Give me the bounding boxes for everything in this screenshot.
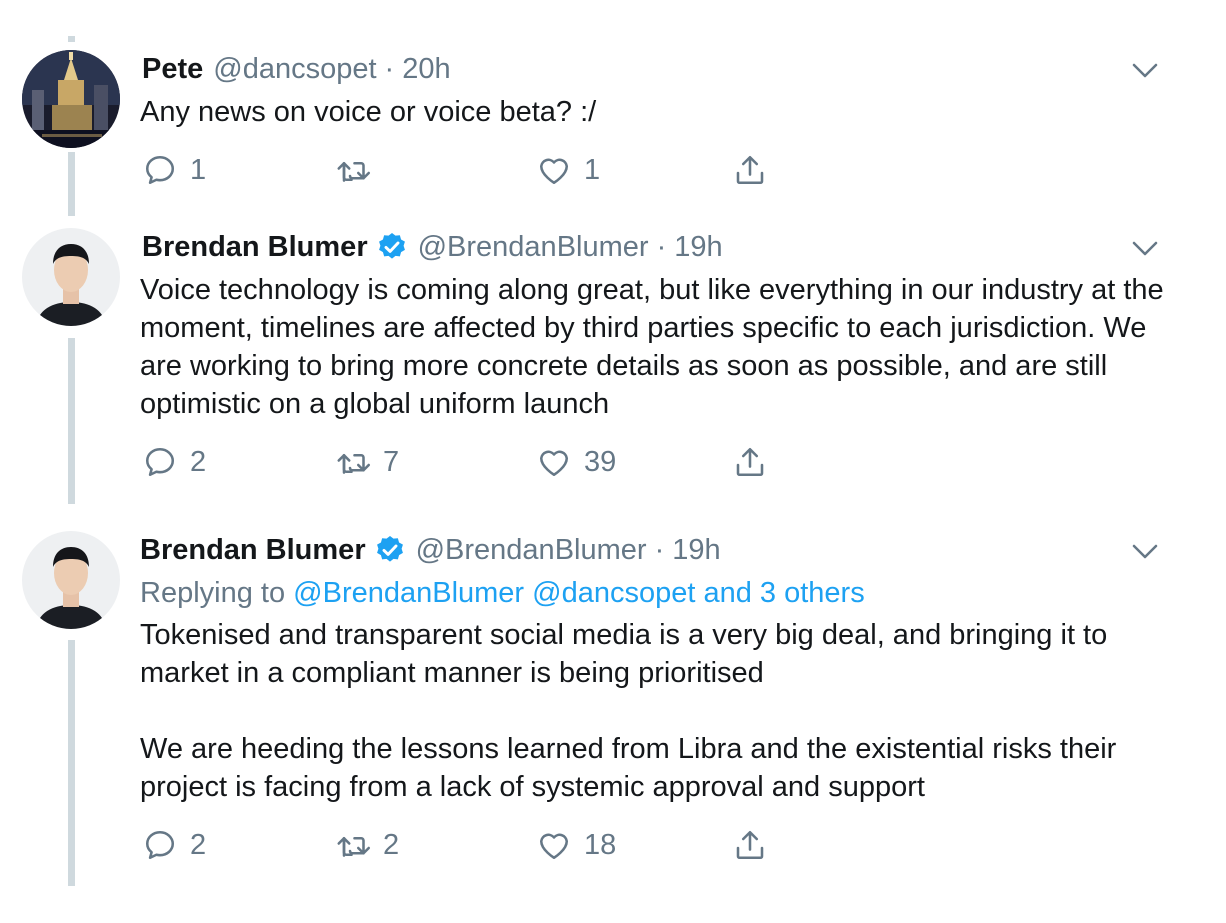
separator-dot: ·	[384, 53, 395, 85]
tweet-paragraph: Any news on voice or voice beta? :/	[140, 96, 597, 128]
chevron-down-icon[interactable]	[1130, 55, 1160, 85]
reply-button[interactable]: 1	[142, 150, 206, 190]
reply-icon	[145, 830, 175, 860]
heart-icon	[539, 158, 569, 185]
like-count: 39	[584, 445, 617, 478]
reply-icon	[145, 155, 175, 185]
tweet-paragraph: Tokenised and transparent social media i…	[140, 619, 1108, 689]
tweet[interactable]: Pete @dancsopet · 20h Any news on voice …	[0, 0, 1226, 214]
retweet-count: 2	[383, 828, 400, 861]
author-handle[interactable]: @BrendanBlumer	[416, 532, 647, 568]
heart-icon	[539, 833, 569, 860]
retweet-icon	[337, 161, 371, 182]
author-name[interactable]: Pete	[142, 51, 203, 87]
tweet[interactable]: Brendan Blumer @BrendanBlumer · 19h Repl…	[0, 514, 1226, 914]
share-button[interactable]	[732, 825, 768, 865]
retweet-button[interactable]: 2	[335, 825, 399, 865]
like-count: 18	[584, 828, 617, 861]
verified-badge-icon	[376, 536, 403, 562]
share-icon	[736, 155, 764, 185]
chevron-down-icon[interactable]	[1130, 536, 1160, 566]
author-name[interactable]: Brendan Blumer	[142, 229, 368, 265]
reply-icon	[145, 447, 175, 477]
author-handle[interactable]: @BrendanBlumer	[418, 229, 649, 265]
separator-dot: ·	[656, 231, 667, 263]
tweet-paragraph: We are heeding the lessons learned from …	[140, 733, 1117, 803]
separator-dot: ·	[654, 534, 665, 566]
author-name[interactable]: Brendan Blumer	[140, 532, 366, 568]
like-count: 1	[584, 153, 601, 186]
heart-icon	[539, 450, 569, 477]
retweet-button[interactable]: 7	[335, 442, 399, 482]
retweet-count: 7	[383, 445, 400, 478]
like-button[interactable]: 18	[536, 825, 616, 865]
avatar[interactable]	[22, 228, 120, 326]
retweet-icon	[337, 836, 371, 857]
share-icon	[736, 447, 764, 477]
author-handle[interactable]: @dancsopet	[213, 51, 376, 87]
avatar[interactable]	[22, 531, 120, 629]
reply-button[interactable]: 2	[142, 442, 206, 482]
retweet-button[interactable]	[335, 150, 383, 190]
share-button[interactable]	[732, 150, 768, 190]
replying-to-prefix: Replying to	[140, 577, 286, 609]
reply-button[interactable]: 2	[142, 825, 206, 865]
tweet-text: Tokenised and transparent social media i…	[140, 616, 1180, 806]
avatar[interactable]	[22, 50, 120, 148]
chevron-down-icon[interactable]	[1130, 233, 1160, 263]
tweet-header: Brendan Blumer @BrendanBlumer · 19h	[140, 532, 721, 568]
tweet-text: Any news on voice or voice beta? :/	[140, 93, 1180, 131]
timestamp[interactable]: 20h	[402, 51, 450, 87]
share-icon	[736, 830, 764, 860]
like-button[interactable]: 1	[536, 150, 600, 190]
tweet-header: Pete @dancsopet · 20h	[142, 51, 451, 87]
verified-badge-icon	[378, 233, 405, 259]
share-button[interactable]	[732, 442, 768, 482]
tweet[interactable]: Brendan Blumer @BrendanBlumer · 19h Voic…	[0, 214, 1226, 514]
like-button[interactable]: 39	[536, 442, 616, 482]
retweet-icon	[337, 453, 371, 474]
reply-count: 2	[190, 828, 207, 861]
reply-count: 1	[190, 153, 207, 186]
tweet-text: Voice technology is coming along great, …	[140, 271, 1180, 423]
reply-count: 2	[190, 445, 207, 478]
timestamp[interactable]: 19h	[672, 532, 720, 568]
replying-to-mentions[interactable]: @BrendanBlumer @dancsopet and 3 others	[293, 577, 865, 609]
timestamp[interactable]: 19h	[674, 229, 722, 265]
replying-to: Replying to @BrendanBlumer @dancsopet an…	[140, 575, 865, 611]
tweet-paragraph: Voice technology is coming along great, …	[140, 274, 1164, 420]
tweet-header: Brendan Blumer @BrendanBlumer · 19h	[142, 229, 723, 265]
